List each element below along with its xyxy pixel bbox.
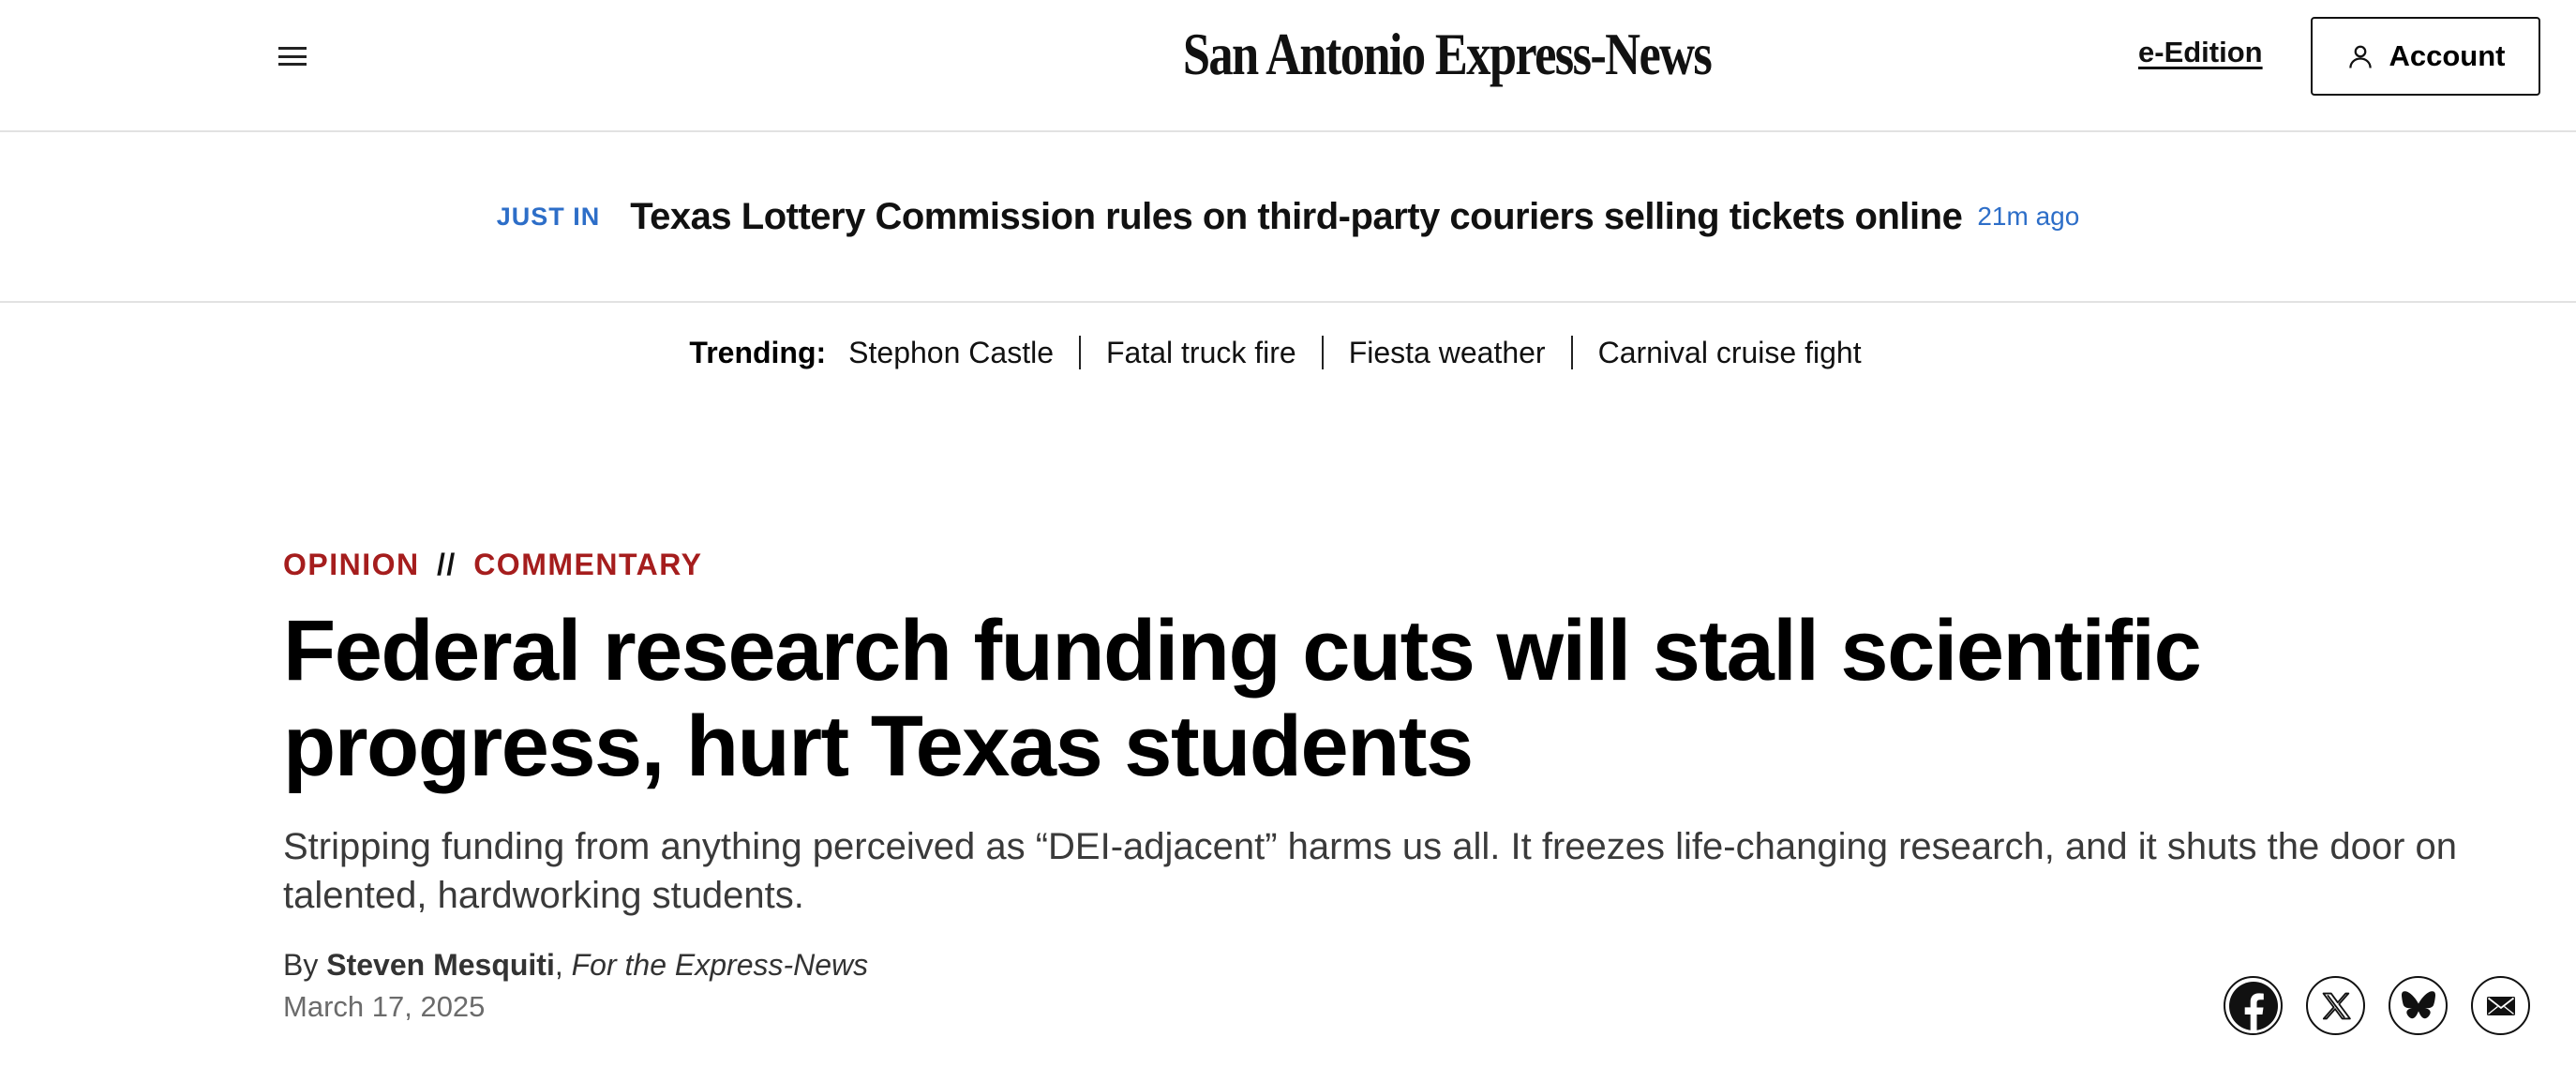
publish-date: March 17, 2025 (283, 990, 486, 1023)
account-button[interactable]: Account (2311, 17, 2540, 96)
just-in-bar: JUST IN Texas Lottery Commission rules o… (0, 132, 2576, 303)
trending-list: Stephon Castle Fatal truck fire Fiesta w… (848, 336, 1886, 370)
section-separator: // (437, 548, 457, 581)
hamburger-menu-icon[interactable] (276, 43, 309, 69)
just-in-timestamp: 21m ago (1977, 202, 2080, 231)
section-link-commentary[interactable]: COMMENTARY (473, 548, 702, 581)
trending-link[interactable]: Stephon Castle (848, 336, 1079, 370)
article-headline: Federal research funding cuts will stall… (283, 603, 2202, 794)
user-icon (2348, 45, 2372, 68)
email-share-button[interactable] (2471, 976, 2530, 1035)
bluesky-share-button[interactable] (2389, 976, 2448, 1035)
section-breadcrumb: OPINION // COMMENTARY (283, 548, 2552, 582)
trending-link[interactable]: Fiesta weather (1324, 336, 1571, 370)
trending-link[interactable]: Carnival cruise fight (1573, 336, 1887, 370)
account-label: Account (2389, 39, 2506, 72)
x-share-button[interactable] (2306, 976, 2365, 1035)
trending-link[interactable]: Fatal truck fire (1081, 336, 1322, 370)
section-link-opinion[interactable]: OPINION (283, 548, 420, 581)
byline: By Steven Mesquiti, For the Express-News (283, 948, 2552, 983)
share-buttons (2224, 976, 2530, 1035)
site-header: San Antonio Express-News e-Edition Accou… (0, 0, 2576, 132)
facebook-share-button[interactable] (2224, 976, 2283, 1035)
article-dek: Stripping funding from anything perceive… (283, 826, 2458, 916)
x-icon (2322, 992, 2351, 1019)
just-in-headline-link[interactable]: Texas Lottery Commission rules on third-… (630, 196, 1963, 238)
email-icon (2486, 996, 2515, 1015)
just-in-label: JUST IN (496, 202, 601, 231)
site-logo-text: San Antonio Express-News (1182, 21, 1713, 87)
trending-label: Trending: (689, 335, 827, 369)
trending-bar: Trending: Stephon Castle Fatal truck fir… (0, 303, 2576, 402)
byline-comma: , (554, 948, 563, 982)
site-logo[interactable]: San Antonio Express-News (1125, 17, 1713, 92)
author-link[interactable]: Steven Mesquiti (326, 948, 555, 982)
byline-prefix: By (283, 948, 319, 982)
author-affiliation: For the Express-News (571, 948, 869, 982)
facebook-icon (2228, 981, 2278, 1033)
bluesky-icon (2401, 990, 2435, 1018)
article-header: OPINION // COMMENTARY Federal research f… (283, 548, 2552, 1024)
e-edition-link[interactable]: e-Edition (2138, 36, 2263, 69)
